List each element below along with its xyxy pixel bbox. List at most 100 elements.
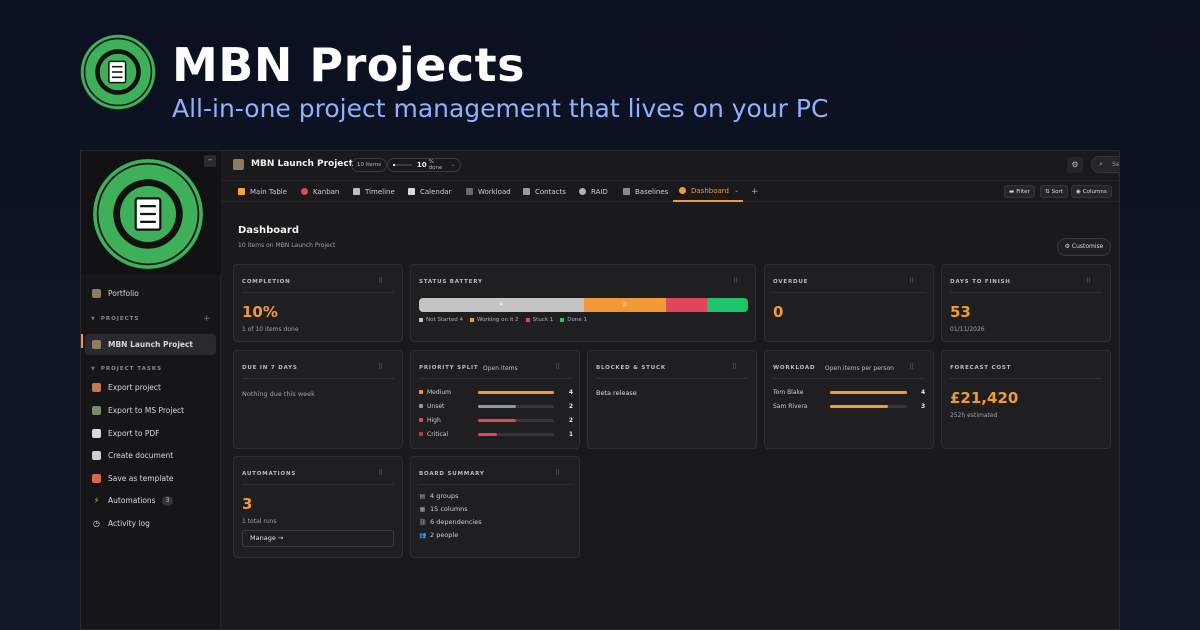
add-view-button[interactable]: + bbox=[751, 181, 759, 202]
legend-item: Stuck 1 bbox=[525, 317, 553, 323]
sidebar-section-project-tasks[interactable]: ▼ PROJECT TASKS bbox=[91, 366, 162, 372]
card-heading: COMPLETION bbox=[242, 279, 291, 285]
tab-timeline[interactable]: Timeline bbox=[353, 181, 395, 202]
priority-bar-track bbox=[478, 390, 554, 394]
battery-segment-not-started[interactable]: 4 bbox=[419, 298, 584, 312]
card-heading: FORECAST COST bbox=[950, 365, 1012, 371]
file-plus-icon bbox=[92, 451, 101, 460]
automations-value: 3 bbox=[242, 495, 253, 513]
tab-dashboard[interactable]: Dashboard ⌄ bbox=[673, 181, 743, 202]
shield-icon bbox=[579, 188, 586, 195]
priority-bar-fill bbox=[478, 418, 516, 422]
chevron-down-icon: ⌄ bbox=[450, 162, 455, 168]
sidebar-item-automations[interactable]: ⚡ Automations 3 bbox=[85, 490, 216, 511]
folder-icon: ▤ bbox=[419, 492, 426, 500]
priority-row-high[interactable]: High 2 bbox=[419, 415, 573, 425]
add-project-button[interactable]: + bbox=[203, 314, 211, 324]
tab-kanban[interactable]: Kanban bbox=[301, 181, 339, 202]
drag-handle-icon[interactable]: ⠿ bbox=[732, 363, 737, 371]
percent-suffix: % done bbox=[428, 159, 443, 171]
drag-handle-icon[interactable]: ⠿ bbox=[733, 277, 738, 285]
sidebar-collapse-button[interactable]: – bbox=[204, 155, 216, 167]
workload-row[interactable]: Tom Blake 4 bbox=[773, 387, 927, 397]
priority-swatch bbox=[419, 418, 423, 422]
sidebar-item-save-template[interactable]: Save as template bbox=[85, 468, 216, 489]
card-board-summary: BOARD SUMMARY ⠿ ▤ 4 groups ▦ 15 columns ⛓ 6… bbox=[410, 456, 580, 558]
timeline-icon bbox=[353, 188, 360, 195]
sidebar-item-activity-log[interactable]: ◷ Activity log bbox=[85, 513, 216, 534]
ruler-icon bbox=[623, 188, 630, 195]
tab-main-table[interactable]: Main Table bbox=[238, 181, 287, 202]
drag-handle-icon[interactable]: ⠿ bbox=[378, 363, 383, 371]
drag-handle-icon[interactable]: ⠿ bbox=[378, 277, 383, 285]
view-tabs: Main Table Kanban Timeline Calendar Work… bbox=[221, 181, 1119, 202]
percent-value: 10 bbox=[416, 161, 427, 169]
tab-workload[interactable]: Workload bbox=[466, 181, 511, 202]
sidebar-item-portfolio[interactable]: Portfolio bbox=[85, 283, 216, 304]
portfolio-icon bbox=[92, 289, 101, 298]
drag-handle-icon[interactable]: ⠿ bbox=[1086, 277, 1091, 285]
tab-contacts[interactable]: Contacts bbox=[523, 181, 566, 202]
workload-bar-fill bbox=[830, 390, 907, 394]
drag-handle-icon[interactable]: ⠿ bbox=[555, 363, 560, 371]
manage-automations-button[interactable]: Manage → bbox=[242, 530, 394, 547]
sidebar-item-create-document[interactable]: Create document bbox=[85, 445, 216, 466]
priority-bar-track bbox=[478, 404, 554, 408]
drag-handle-icon[interactable]: ⠿ bbox=[378, 469, 383, 477]
sidebar-item-export-project[interactable]: Export project bbox=[85, 377, 216, 398]
priority-bar-fill bbox=[478, 390, 554, 394]
dashboard-icon bbox=[679, 187, 686, 194]
tab-calendar[interactable]: Calendar bbox=[408, 181, 451, 202]
document-icon bbox=[92, 429, 101, 438]
sidebar-item-export-pdf[interactable]: Export to PDF bbox=[85, 423, 216, 444]
people-icon: 👥 bbox=[419, 531, 427, 539]
battery-segment-done[interactable] bbox=[706, 298, 748, 312]
workload-row[interactable]: Sam Rivera 3 bbox=[773, 401, 927, 411]
table-icon bbox=[238, 188, 245, 195]
card-days-to-finish: DAYS TO FINISH ⠿ 53 01/11/2026 bbox=[941, 264, 1111, 342]
tab-raid[interactable]: RAID bbox=[579, 181, 608, 202]
briefcase-icon bbox=[92, 383, 101, 392]
sidebar-section-projects[interactable]: ▼ PROJECTS bbox=[91, 316, 139, 322]
card-status-battery: STATUS BATTERY ⠿ 4 2 Not Started 4 Worki… bbox=[410, 264, 756, 342]
sort-button[interactable]: ⇅ Sort bbox=[1040, 185, 1068, 198]
progress-fill bbox=[393, 164, 395, 166]
columns-button[interactable]: ◉ Columns bbox=[1071, 185, 1112, 198]
drag-handle-icon[interactable]: ⠿ bbox=[555, 469, 560, 477]
sidebar-logo-area bbox=[81, 151, 221, 275]
priority-swatch bbox=[419, 390, 423, 394]
calendar-icon bbox=[408, 188, 415, 195]
priority-row-critical[interactable]: Critical 1 bbox=[419, 429, 573, 439]
gear-icon: ⚙ bbox=[1071, 160, 1079, 169]
priority-row-medium[interactable]: Medium 4 bbox=[419, 387, 573, 397]
hero-banner: MBN Projects All-in-one project manageme… bbox=[80, 34, 1120, 124]
sidebar-item-project[interactable]: MBN Launch Project bbox=[85, 334, 216, 355]
drag-handle-icon[interactable]: ⠿ bbox=[909, 363, 914, 371]
blocked-item[interactable]: Beta release bbox=[596, 389, 637, 397]
collapse-triangle-icon: ▼ bbox=[91, 316, 96, 322]
filter-button[interactable]: ▬ Filter bbox=[1004, 185, 1035, 198]
search-placeholder: Search items... bbox=[1112, 160, 1120, 168]
summary-groups: ▤ 4 groups bbox=[419, 492, 459, 500]
sidebar-item-export-ms-project[interactable]: Export to MS Project bbox=[85, 400, 216, 421]
card-note: Open items bbox=[483, 365, 518, 372]
mbn-logo-icon bbox=[80, 34, 156, 110]
items-count-badge: 10 items bbox=[351, 158, 388, 172]
progress-pill[interactable]: 10 % done ⌄ bbox=[387, 158, 461, 172]
battery-segment-stuck[interactable] bbox=[665, 298, 707, 312]
workload-icon bbox=[466, 188, 473, 195]
completion-sub: 1 of 10 items done bbox=[242, 326, 299, 333]
columns-icon: ▦ bbox=[419, 505, 426, 513]
drag-handle-icon[interactable]: ⠿ bbox=[909, 277, 914, 285]
clock-icon: ◷ bbox=[93, 519, 100, 528]
settings-button[interactable]: ⚙ bbox=[1067, 157, 1083, 173]
legend-swatch bbox=[525, 318, 530, 322]
top-bar: MBN Launch Project 10 items 10 % done ⌄ … bbox=[221, 151, 1120, 181]
template-icon bbox=[92, 474, 101, 483]
tab-baselines[interactable]: Baselines bbox=[623, 181, 668, 202]
priority-row-unset[interactable]: Unset 2 bbox=[419, 401, 573, 411]
search-icon: ⌕ bbox=[1099, 160, 1103, 168]
customise-button[interactable]: ⚙ Customise bbox=[1057, 238, 1111, 256]
battery-segment-working[interactable]: 2 bbox=[583, 298, 666, 312]
search-input[interactable]: ⌕ Search items... bbox=[1091, 156, 1120, 173]
